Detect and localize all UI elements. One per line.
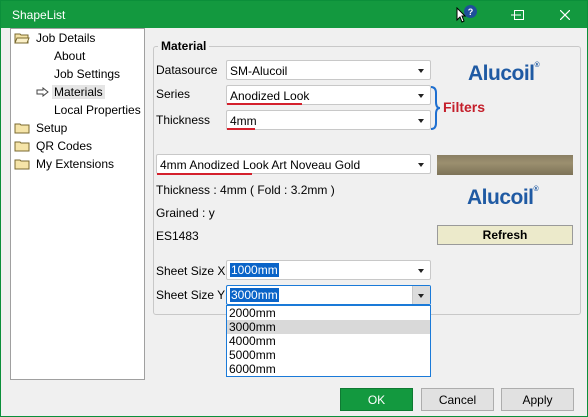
dropdown-option[interactable]: 4000mm (227, 334, 430, 348)
datasource-value: SM-Alucoil (230, 64, 288, 78)
datasource-select[interactable]: SM-Alucoil (226, 60, 431, 80)
product-code: ES1483 (156, 229, 199, 243)
tree-item-about[interactable]: About (52, 48, 87, 64)
title-bar[interactable]: ShapeList ? (1, 1, 587, 28)
registered-mark: ® (534, 62, 540, 69)
tree-item-job-settings[interactable]: Job Settings (52, 66, 122, 82)
chevron-down-icon (418, 294, 424, 298)
tree-item-label: Job Settings (54, 67, 121, 81)
chevron-down-icon (418, 94, 424, 98)
close-icon (560, 9, 570, 20)
tree-item-setup[interactable]: Setup (14, 120, 69, 136)
chevron-down-icon (418, 119, 424, 123)
thickness-annotation-underline (227, 128, 255, 130)
tree-item-local-properties[interactable]: Local Properties (52, 102, 143, 118)
sheet-size-x-value: 1000mm (230, 263, 279, 277)
alucoil-logo: Alucoil® (468, 62, 540, 86)
folder-icon (14, 159, 30, 170)
sheet-size-y-highlight: 3000mm (230, 288, 279, 302)
logo-text: Alucoil (467, 186, 534, 209)
filters-brace-icon (430, 86, 441, 130)
series-value: Anodized Look (230, 89, 310, 103)
tree-item-qr-codes[interactable]: QR Codes (14, 138, 94, 154)
logo-text: Alucoil (468, 62, 535, 85)
chevron-down-icon (418, 69, 424, 73)
alucoil-logo: Alucoil® (467, 186, 539, 210)
series-annotation-underline (227, 103, 302, 105)
sheet-size-y-label: Sheet Size Y (156, 288, 226, 302)
ok-button[interactable]: OK (340, 388, 413, 411)
chevron-down-icon (418, 269, 424, 273)
tree-item-label: Local Properties (54, 103, 141, 117)
tree-item-job-details[interactable]: Job Details (14, 30, 97, 46)
product-value: 4mm Anodized Look Art Noveau Gold (160, 158, 361, 172)
tree-item-label: Setup (36, 121, 68, 135)
product-select[interactable]: 4mm Anodized Look Art Noveau Gold (156, 154, 431, 174)
maximize-icon (514, 9, 524, 20)
dropdown-option[interactable]: 2000mm (227, 306, 430, 320)
tree-item-materials[interactable]: Materials (36, 84, 105, 100)
tree-item-my-extensions[interactable]: My Extensions (14, 156, 116, 172)
sheet-size-x-label: Sheet Size X (156, 264, 226, 278)
series-select[interactable]: Anodized Look (226, 85, 431, 105)
dropdown-option[interactable]: 3000mm (227, 320, 430, 334)
folder-icon (14, 123, 30, 134)
sheet-size-y-dropdown[interactable]: 2000mm 3000mm 4000mm 5000mm 6000mm (226, 305, 431, 377)
folder-open-icon (14, 33, 30, 44)
sheet-size-x-highlight: 1000mm (230, 263, 279, 277)
datasource-label: Datasource (156, 63, 218, 77)
material-group-title: Material (158, 39, 210, 53)
window-title: ShapeList (12, 8, 66, 22)
mouse-cursor-icon (456, 7, 466, 23)
material-color-swatch (437, 155, 573, 175)
sheet-size-y-select[interactable]: 3000mm (226, 285, 431, 305)
thickness-info: Thickness : 4mm ( Fold : 3.2mm ) (156, 183, 335, 197)
shapelist-window: ShapeList ? Job Details About Job Settin… (0, 0, 588, 417)
refresh-button[interactable]: Refresh (437, 225, 573, 245)
sheet-size-y-value: 3000mm (230, 288, 279, 302)
tree-item-label: Materials (52, 85, 105, 99)
cancel-button[interactable]: Cancel (421, 388, 494, 411)
tree-item-label: QR Codes (36, 139, 93, 153)
sheet-size-x-select[interactable]: 1000mm (226, 260, 431, 280)
tree-item-label: Job Details (36, 31, 96, 45)
tree-item-label: About (54, 49, 86, 63)
tree-item-label: My Extensions (36, 157, 115, 171)
arrow-right-icon (36, 87, 49, 97)
dropdown-option[interactable]: 5000mm (227, 348, 430, 362)
series-label: Series (156, 87, 191, 101)
thickness-label: Thickness (156, 113, 211, 127)
close-button[interactable] (550, 1, 580, 28)
apply-button[interactable]: Apply (501, 388, 574, 411)
registered-mark: ® (533, 186, 539, 193)
folder-icon (14, 141, 30, 152)
maximize-button[interactable] (504, 1, 534, 28)
product-annotation-underline (157, 173, 252, 175)
chevron-down-icon (418, 163, 424, 167)
dropdown-option[interactable]: 6000mm (227, 362, 430, 376)
grained-info: Grained : y (156, 206, 215, 220)
navigation-tree[interactable]: Job Details About Job Settings Materials… (10, 28, 145, 380)
thickness-select[interactable]: 4mm (226, 110, 431, 130)
filters-annotation: Filters (443, 99, 486, 115)
thickness-value: 4mm (230, 114, 257, 128)
